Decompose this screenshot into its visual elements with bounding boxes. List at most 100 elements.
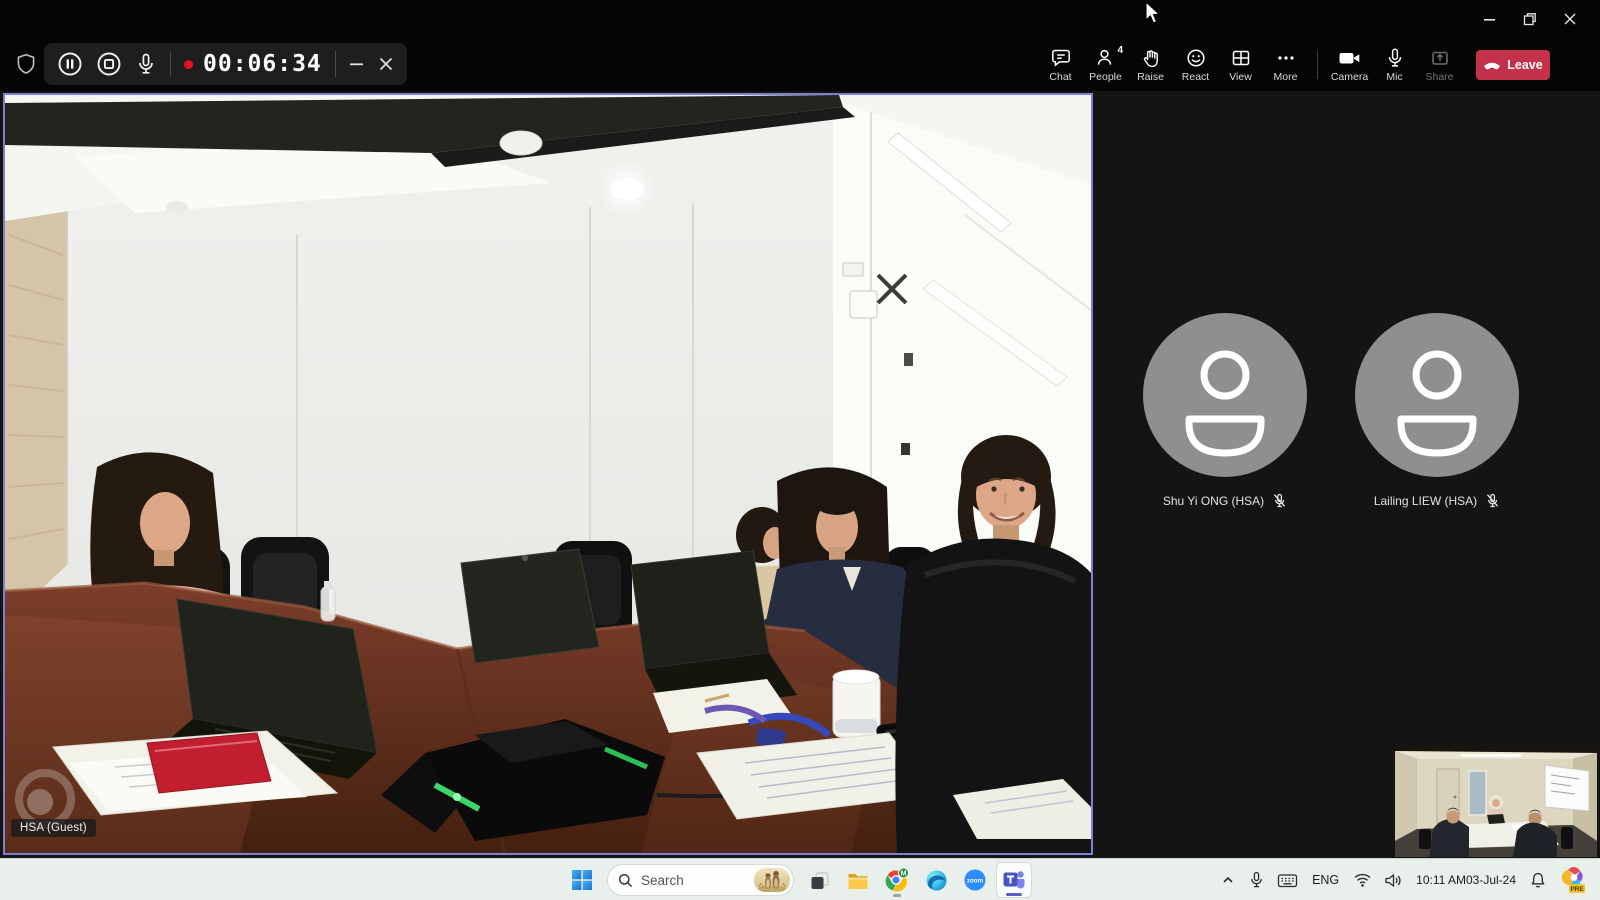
touch-keyboard-icon <box>1277 872 1298 889</box>
share-label: Share <box>1425 72 1453 82</box>
view-label: View <box>1229 72 1252 82</box>
teams-active-indicator <box>1006 893 1022 896</box>
system-tray: ENG 10:11 AM 03-Jul-24 <box>1215 859 1594 900</box>
recorder-close-button[interactable] <box>378 56 394 72</box>
main-video-tile[interactable]: HSA (Guest) <box>3 93 1093 855</box>
copilot-preview-button[interactable]: PRE <box>1554 863 1594 897</box>
taskbar-center: M zoom <box>564 859 1032 900</box>
chrome-running-indicator <box>893 894 901 897</box>
tray-clock[interactable]: 10:11 AM 03-Jul-24 <box>1410 863 1522 897</box>
raise-hand-icon <box>1140 47 1162 69</box>
language-indicator[interactable]: ENG <box>1305 863 1346 897</box>
recording-timer: 00:06:34 <box>203 51 322 77</box>
volume-button[interactable] <box>1379 863 1408 897</box>
taskbar-search[interactable] <box>607 864 794 896</box>
avatar <box>1143 313 1307 477</box>
people-label: People <box>1089 72 1122 82</box>
chrome-button[interactable]: M <box>879 862 915 898</box>
zoom-app-label: zoom <box>967 877 984 884</box>
recording-widget: 00:06:34 <box>44 43 407 85</box>
pause-icon <box>57 51 83 77</box>
window-restore-button[interactable] <box>1510 0 1550 38</box>
participant-tile-shu-yi-ong[interactable]: Shu Yi ONG (HSA) <box>1125 313 1325 509</box>
people-count-badge: 4 <box>1117 45 1123 56</box>
notifications-button[interactable] <box>1524 863 1552 897</box>
recorder-mic-button[interactable] <box>135 52 157 76</box>
task-view-button[interactable] <box>801 862 837 898</box>
view-grid-icon <box>1230 47 1252 69</box>
self-view-tile[interactable] <box>1395 745 1597 857</box>
bell-icon <box>1529 871 1547 889</box>
search-input[interactable] <box>639 872 748 889</box>
person-avatar-icon <box>1355 313 1519 477</box>
wifi-button[interactable] <box>1348 863 1377 897</box>
tray-mic-button[interactable] <box>1243 863 1270 897</box>
recorder-minimize-button[interactable] <box>349 56 365 72</box>
file-explorer-icon <box>846 868 870 892</box>
share-icon <box>1429 47 1451 69</box>
mic-muted-icon <box>1272 493 1287 509</box>
edge-icon <box>924 868 949 893</box>
hangup-icon <box>1483 60 1501 70</box>
stop-recording-button[interactable] <box>96 51 122 77</box>
recording-dot <box>184 60 193 69</box>
participant-name: Lailing LIEW (HSA) <box>1374 494 1477 508</box>
more-button[interactable]: More <box>1263 40 1308 90</box>
mic-button[interactable]: Mic <box>1372 40 1417 90</box>
people-button[interactable]: 4 People <box>1083 40 1128 90</box>
conference-room-video <box>5 95 1091 853</box>
start-button[interactable] <box>564 862 600 898</box>
close-icon <box>378 56 394 72</box>
search-highlight-meerkats-image <box>754 868 790 892</box>
microphone-icon <box>135 52 157 76</box>
chevron-up-icon <box>1220 872 1236 888</box>
recorder-divider <box>170 51 171 77</box>
volume-icon <box>1384 872 1403 889</box>
share-button[interactable]: Share <box>1417 40 1462 90</box>
touch-keyboard-button[interactable] <box>1272 863 1303 897</box>
camera-button[interactable]: Camera <box>1327 40 1372 90</box>
raise-hand-button[interactable]: Raise <box>1128 40 1173 90</box>
edge-button[interactable] <box>918 862 954 898</box>
pause-recording-button[interactable] <box>57 51 83 77</box>
presenter-name-label: HSA (Guest) <box>11 819 96 837</box>
window-minimize-button[interactable] <box>1470 0 1510 38</box>
mouse-cursor <box>1144 1 1166 25</box>
file-explorer-button[interactable] <box>840 862 876 898</box>
chrome-profile-badge: M <box>901 870 907 877</box>
avatar <box>1355 313 1519 477</box>
self-view-video <box>1395 745 1597 857</box>
zoom-app-icon: zoom <box>962 867 988 893</box>
window-titlebar <box>0 0 1600 38</box>
zoom-app-button[interactable]: zoom <box>957 862 993 898</box>
taskbar: M zoom <box>0 858 1600 900</box>
stop-icon <box>96 51 122 77</box>
view-button[interactable]: View <box>1218 40 1263 90</box>
screen: 00:06:34 Chat 4 <box>0 0 1600 900</box>
chat-label: Chat <box>1049 72 1071 82</box>
raise-label: Raise <box>1137 72 1164 82</box>
window-controls <box>1470 0 1590 38</box>
teams-button[interactable] <box>996 862 1032 898</box>
chat-button[interactable]: Chat <box>1038 40 1083 90</box>
people-icon <box>1095 47 1117 69</box>
react-button[interactable]: React <box>1173 40 1218 90</box>
camera-icon <box>1338 47 1361 69</box>
participant-tile-lailing-liew[interactable]: Lailing LIEW (HSA) <box>1337 313 1537 509</box>
wifi-icon <box>1353 872 1372 888</box>
restore-icon <box>1523 12 1537 26</box>
chat-icon <box>1050 47 1072 69</box>
call-controls: Chat 4 People Raise <box>1038 38 1550 91</box>
more-label: More <box>1274 72 1298 82</box>
mic-label: Mic <box>1386 72 1402 82</box>
shield-icon <box>14 52 38 78</box>
tray-chevron-button[interactable] <box>1215 863 1241 897</box>
mic-icon <box>1384 47 1406 69</box>
leave-button[interactable]: Leave <box>1476 50 1550 80</box>
mic-muted-icon <box>1485 493 1500 509</box>
meeting-stage: HSA (Guest) Shu Yi ONG (HSA) <box>0 91 1600 858</box>
window-close-button[interactable] <box>1550 0 1590 38</box>
camera-label: Camera <box>1331 72 1368 82</box>
windows-start-icon <box>570 868 594 892</box>
meeting-toolbar: 00:06:34 Chat 4 <box>0 38 1600 91</box>
